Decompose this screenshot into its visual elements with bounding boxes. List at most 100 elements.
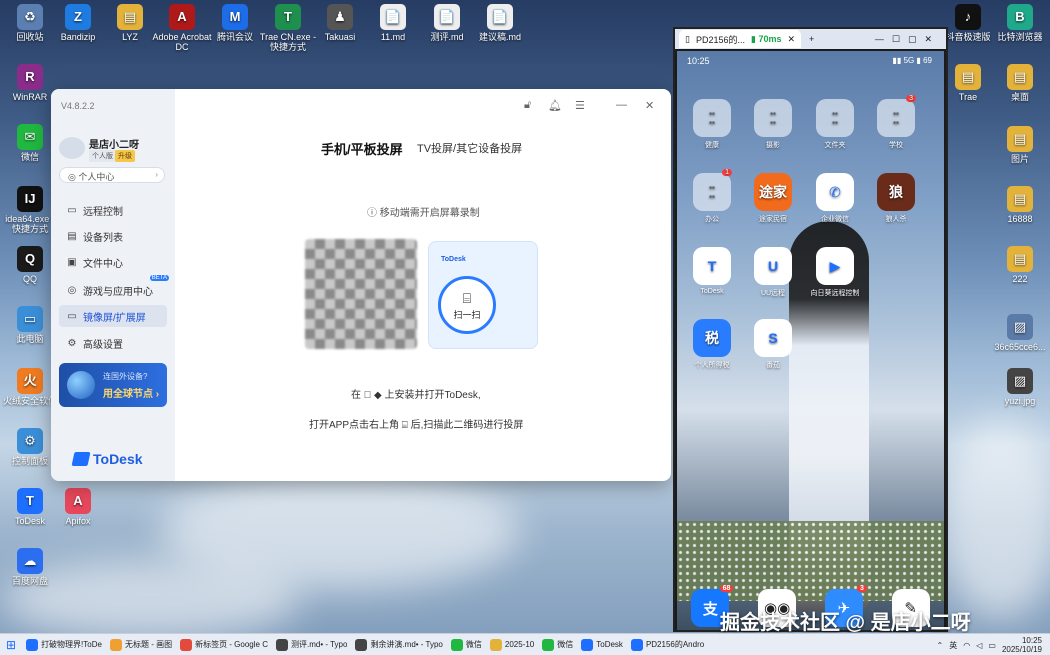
phone-app[interactable]: U UU远程 — [747, 247, 799, 298]
bell-icon[interactable]: 🔔︎ — [548, 99, 562, 112]
desktop-icon[interactable]: 📄 测评.md — [417, 4, 477, 42]
nav-item-icon: ▣ — [67, 256, 77, 268]
global-node-promo[interactable]: 连国外设备? 用全球节点 › — [59, 363, 167, 407]
taskbar-app-icon — [109, 638, 122, 651]
desktop-icon-label: 百度网盘 — [11, 576, 48, 586]
desktop-icon-image: ♟ — [327, 4, 353, 30]
language-indicator[interactable]: 英 — [949, 640, 957, 651]
taskbar-app[interactable]: PD2156的Andro — [627, 634, 708, 655]
taskbar-app[interactable]: 新标签页 - Google C — [176, 634, 272, 655]
taskbar-app[interactable]: 测评.md• - Typo — [272, 634, 351, 655]
menu-icon[interactable]: ☰ — [575, 99, 585, 112]
desktop-icon[interactable]: M 腾讯会议 — [205, 4, 265, 42]
install-instruction: 在  ◆ 上安装并打开ToDesk, — [351, 390, 481, 401]
chevron-up-icon[interactable]: ⌃ — [937, 641, 944, 650]
desktop-icon[interactable]: ▤ 桌面 — [990, 64, 1050, 102]
phone-app[interactable]: ▪▪ ▪▪ 摄影 — [747, 99, 799, 150]
windows-icon: ⊞ — [6, 637, 17, 652]
phone-app[interactable]: ▪▪ ▪▪ 1 办公 — [686, 169, 738, 224]
notification-badge: 3 — [906, 95, 916, 102]
nav-item[interactable]: ▭ 远程控制 — [59, 199, 167, 221]
close-button[interactable]: ✕ — [645, 99, 654, 112]
tab-tv-mirroring[interactable]: TV投屏/其它设备投屏 — [417, 140, 522, 156]
taskbar-app-icon — [26, 638, 39, 651]
promo-line1: 连国外设备? — [103, 372, 148, 381]
phone-app[interactable]: ▶ 向日葵远程控制 — [809, 247, 861, 298]
desktop-icon-label: Bandizip — [60, 32, 96, 42]
avatar[interactable] — [59, 137, 85, 159]
taskbar-app[interactable]: 微信 — [447, 634, 486, 655]
phone-app-label: 文件夹 — [824, 142, 846, 149]
phone-app[interactable]: 途家 途家民宿 — [747, 173, 799, 224]
phone-app[interactable]: ✆ 企业微信 — [809, 173, 861, 224]
nav-item[interactable]: ▣ 文件中心 — [59, 251, 167, 273]
nav-item-label: 高级设置 — [83, 339, 123, 351]
taskbar-app[interactable]: 2025-10 — [486, 634, 538, 655]
phone-app[interactable]: T ToDesk — [686, 247, 738, 295]
desktop-icon[interactable]: A Apifox — [48, 488, 108, 526]
globe-icon — [67, 371, 95, 399]
desktop-icon-label: Trae CN.exe - 快捷方式 — [259, 32, 317, 52]
mirror-window-controls[interactable]: —☐▢✕ — [875, 34, 940, 45]
phone-app[interactable]: ▪▪ ▪▪ 健康 — [686, 99, 738, 150]
nav-item[interactable]: ▤ 设备列表 — [59, 225, 167, 247]
clock[interactable]: 10:25 2025/10/19 — [1002, 636, 1042, 654]
taskbar-app[interactable]: 打破物理界!ToDe — [22, 634, 106, 655]
taskbar-app[interactable]: ToDesk — [577, 634, 627, 655]
nav-item[interactable]: ⚙ 高级设置 — [59, 332, 167, 354]
desktop-icon[interactable]: ▤ 图片 — [990, 126, 1050, 164]
nav-item[interactable]: ▭ 镜像屏/扩展屏 — [59, 305, 167, 327]
desktop-icon-label: LYZ — [122, 32, 138, 42]
desktop-icon[interactable]: ▤ 16888 — [990, 186, 1050, 224]
phone-app[interactable]: ▪▪ ▪▪ 3 学校 — [870, 95, 922, 150]
battery-icon[interactable]: ▭ — [988, 641, 996, 650]
taskbar-app[interactable]: 剩余讲演.md• - Typo — [351, 634, 446, 655]
phone-screen[interactable]: 10:25 ▮▮ 5G ▮ 69 ▪▪ ▪▪ 健康 ▪▪ ▪▪ 摄影 ▪▪ ▪▪ 文件夹 ▪▪ ▪▪… — [677, 51, 944, 630]
mirror-tab[interactable]: ▯ PD2156的... ▮ 70ms ✕ — [679, 30, 802, 48]
wifi-icon[interactable]: ◠ — [963, 641, 970, 650]
taskbar-items: 打破物理界!ToDe 无标题 - 画图 新标签页 - Google C 测评.md• … — [22, 634, 708, 655]
desktop-icon[interactable]: 📄 11.md — [363, 4, 423, 42]
taskbar-app-label: 微信 — [557, 640, 574, 649]
mirror-titlebar: ▯ PD2156的... ▮ 70ms ✕ + —☐▢✕ — [675, 29, 946, 49]
desktop-icon-image: ▤ — [1007, 186, 1033, 212]
tab-close-icon[interactable]: ✕ — [787, 34, 795, 45]
desktop-icon[interactable]: ▨ yuzi.jpg — [990, 368, 1050, 406]
phone-app[interactable]: S 番茄 — [747, 319, 799, 370]
taskbar-app-label: 剩余讲演.md• - Typo — [370, 640, 443, 649]
desktop-icon[interactable]: ▤ 222 — [990, 246, 1050, 284]
phone-app[interactable]: ▪▪ ▪▪ 文件夹 — [809, 99, 861, 150]
tab-phone-mirroring[interactable]: 手机/平板投屏 — [321, 139, 403, 158]
phone-app[interactable]: 狼狼人杀 — [870, 173, 922, 224]
phone-app[interactable]: 税个人所得税 — [686, 319, 738, 370]
desktop-icon[interactable]: ☁ 百度网盘 — [0, 548, 60, 586]
phone-mirror-window: ▯ PD2156的... ▮ 70ms ✕ + —☐▢✕ 10:25 ▮▮ 5G… — [673, 27, 948, 632]
desktop-icon[interactable]: 📄 建议稿.md — [470, 4, 530, 42]
upgrade-button[interactable]: 升级 — [115, 150, 135, 162]
desktop-icon[interactable]: ♟ Takuasi — [310, 4, 370, 42]
desktop-icon[interactable]: B 比特浏览器 — [990, 4, 1050, 42]
speaker-icon[interactable]: ◁ — [976, 641, 982, 650]
new-tab-button[interactable]: + — [809, 34, 814, 44]
taskbar-app-label: 微信 — [465, 640, 482, 649]
desktop-icon[interactable]: ▨ 36c65cce6... — [990, 314, 1050, 352]
notification-badge: 68 — [719, 585, 734, 592]
nav-item[interactable]: ◎ 游戏与应用中心 BETA — [59, 275, 169, 301]
desktop-icon[interactable]: T Trae CN.exe - 快捷方式 — [258, 4, 318, 52]
desktop-icon-label: 11.md — [380, 32, 406, 42]
minimize-button[interactable]: — — [616, 99, 627, 111]
nav-item-icon: ◎ — [67, 284, 77, 296]
todesk-window: V4.8.2.2 是店小二呀 个人版 升级 ◎ 个人中心 › ▭ 远程控制 ▤ 设备列… — [51, 89, 671, 481]
taskbar-app[interactable]: 无标题 - 画图 — [106, 634, 176, 655]
desktop-icon-image: ♪ — [955, 4, 981, 30]
desktop-icon[interactable]: ▤ LYZ — [100, 4, 160, 42]
desktop-icon-image: Z — [65, 4, 91, 30]
lock-icon[interactable]: 🔓︎ — [524, 99, 531, 112]
desktop-icon[interactable]: Z Bandizip — [48, 4, 108, 42]
desktop-icon[interactable]: A Adobe Acrobat DC — [152, 4, 212, 52]
taskbar-app-icon — [630, 638, 643, 651]
taskbar-app[interactable]: 微信 — [538, 634, 577, 655]
personal-center-button[interactable]: ◎ 个人中心 › — [59, 167, 165, 183]
start-button[interactable]: ⊞ — [0, 634, 22, 655]
ping-indicator: ▮ 70ms — [750, 33, 782, 44]
